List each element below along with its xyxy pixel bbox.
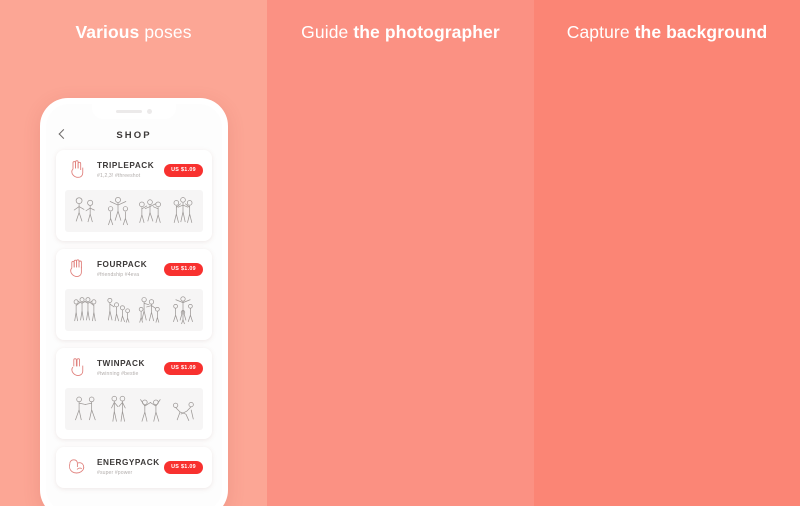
pose-thumbnail[interactable] [70, 392, 100, 426]
pose-thumbnail[interactable] [70, 293, 100, 327]
panel-3-title-light: Capture [566, 22, 635, 42]
pack-tags: #twinning #bestie [97, 371, 139, 378]
panel-2-title: Guide the photographer [267, 22, 534, 43]
pack-header: ENERGYPACK #super #power US $1.09 [65, 455, 203, 479]
pack-tags: #super #power [97, 470, 133, 477]
pack-meta: ENERGYPACK #super #power [97, 457, 160, 477]
panel-1-title-light: poses [144, 22, 192, 42]
price-badge[interactable]: US $1.09 [164, 460, 203, 474]
pack-meta: FOURPACK #friendship #4eva [97, 260, 156, 278]
list-item[interactable]: FOURPACK #friendship #4eva US $1.09 [56, 249, 212, 340]
pose-thumbnail[interactable] [103, 194, 133, 228]
list-item[interactable]: TWINPACK #twinning #bestie US $1.09 [56, 348, 212, 439]
pack-tags: #1,2,3! #threeshot [97, 173, 141, 180]
pose-thumbnail[interactable] [103, 293, 133, 327]
pose-thumbnail[interactable] [135, 194, 165, 228]
panel-2-title-light: Guide [301, 22, 354, 42]
panel-1-title: Various poses [0, 22, 267, 43]
price-badge[interactable]: US $1.09 [164, 262, 203, 276]
panel-guide-photographer: Guide the photographer [267, 0, 534, 506]
panel-1-title-bold: Various [75, 22, 145, 42]
panel-3-title-bold: the background [634, 22, 768, 42]
two-fingers-hand-icon [71, 358, 84, 376]
pack-pose-strip[interactable] [65, 289, 203, 331]
panel-various-poses: Various poses SHOP TRIPLEPACK #1,2,3! #t… [0, 0, 267, 506]
phone-1-screen: SHOP TRIPLEPACK #1,2,3! #threeshot US $1… [46, 104, 222, 506]
chevron-left-icon[interactable] [58, 131, 67, 140]
shop-pack-list[interactable]: TRIPLEPACK #1,2,3! #threeshot US $1.09 F… [46, 150, 222, 506]
pack-header: FOURPACK #friendship #4eva US $1.09 [65, 257, 203, 281]
pack-pose-strip[interactable] [65, 388, 203, 430]
phone-mockup-shop: SHOP TRIPLEPACK #1,2,3! #threeshot US $1… [40, 98, 228, 506]
price-badge[interactable]: US $1.09 [164, 163, 203, 177]
panel-2-title-bold: the photographer [353, 22, 500, 42]
panel-capture-background: Capture the background [534, 0, 800, 506]
three-fingers-hand-icon [71, 160, 84, 178]
pose-thumbnail[interactable] [135, 293, 165, 327]
pose-thumbnail[interactable] [70, 194, 100, 228]
flexed-biceps-icon [69, 459, 85, 474]
list-item[interactable]: TRIPLEPACK #1,2,3! #threeshot US $1.09 [56, 150, 212, 241]
pose-thumbnail[interactable] [168, 392, 198, 426]
speaker-grill [116, 110, 142, 113]
pose-thumbnail[interactable] [168, 194, 198, 228]
shop-header: SHOP [46, 122, 222, 148]
four-fingers-hand-icon [70, 259, 82, 277]
pack-header: TRIPLEPACK #1,2,3! #threeshot US $1.09 [65, 158, 203, 182]
list-item[interactable]: ENERGYPACK #super #power US $1.09 [56, 447, 212, 488]
front-camera-dot [147, 109, 152, 114]
pack-pose-strip[interactable] [65, 190, 203, 232]
pack-meta: TWINPACK #twinning #bestie [97, 359, 156, 377]
pack-name: FOURPACK [97, 259, 148, 269]
price-badge[interactable]: US $1.09 [164, 361, 203, 375]
pack-tags: #friendship #4eva [97, 272, 140, 279]
pose-thumbnail[interactable] [103, 392, 133, 426]
screenshot-root: Various poses SHOP TRIPLEPACK #1,2,3! #t… [0, 0, 800, 506]
pack-name: TWINPACK [97, 358, 145, 368]
pack-header: TWINPACK #twinning #bestie US $1.09 [65, 356, 203, 380]
pose-thumbnail[interactable] [168, 293, 198, 327]
panel-3-title: Capture the background [534, 22, 800, 43]
pack-name: ENERGYPACK [97, 457, 160, 467]
page-title: SHOP [116, 129, 152, 141]
pack-name: TRIPLEPACK [97, 160, 155, 170]
pack-meta: TRIPLEPACK #1,2,3! #threeshot [97, 161, 156, 179]
pose-thumbnail[interactable] [135, 392, 165, 426]
phone-1-notch [92, 104, 176, 119]
